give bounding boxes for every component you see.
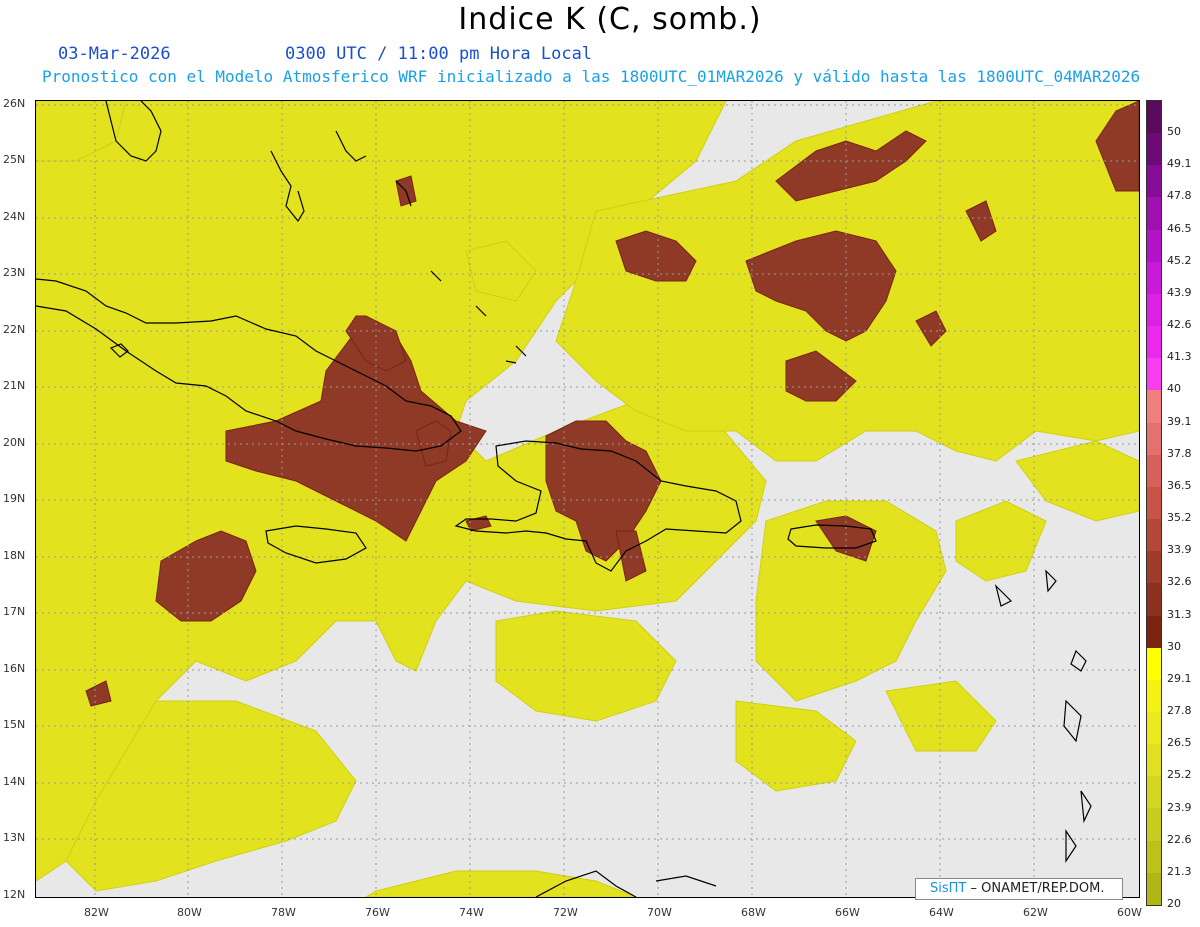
- colorbar-segment: [1147, 711, 1161, 745]
- lesser-antilles: [1070, 649, 1087, 672]
- lat-label: 15N: [3, 718, 26, 731]
- colorbar-segment: [1147, 551, 1161, 584]
- lat-label: 14N: [3, 775, 26, 788]
- lon-label: 62W: [1023, 906, 1048, 919]
- colorbar: [1146, 100, 1162, 906]
- colorbar-segment: [1147, 229, 1161, 262]
- lat-label: 19N: [3, 492, 26, 505]
- colorbar-label: 25.2: [1167, 768, 1192, 782]
- colorbar-label: 47.8: [1167, 189, 1192, 203]
- colorbar-segment: [1147, 583, 1161, 616]
- colorbar-segment: [1147, 647, 1161, 680]
- colorbar-label: 42.6: [1167, 318, 1192, 332]
- colorbar-label: 43.9: [1167, 285, 1192, 299]
- colorbar-label: 45.2: [1167, 253, 1192, 267]
- map-title: Indice K (C, somb.): [458, 2, 762, 37]
- colorbar-segment: [1147, 390, 1161, 423]
- colorbar-segment: [1147, 133, 1161, 166]
- credit-org: – ONAMET/REP.DOM.: [970, 881, 1105, 896]
- lat-label: 12N: [3, 888, 26, 901]
- colorbar-segment: [1147, 358, 1161, 391]
- lat-label: 26N: [3, 97, 26, 110]
- colorbar-label: 41.3: [1167, 350, 1192, 364]
- lat-label: 21N: [3, 379, 26, 392]
- lon-label: 72W: [553, 906, 578, 919]
- lon-label: 74W: [459, 906, 484, 919]
- lat-label: 24N: [3, 210, 26, 223]
- colorbar-label: 31.3: [1167, 607, 1192, 621]
- colorbar-segment: [1147, 486, 1161, 520]
- k-index-field: [36, 101, 1139, 897]
- colorbar-segment: [1147, 840, 1161, 873]
- colorbar-segment: [1147, 808, 1161, 841]
- lon-label: 82W: [84, 906, 109, 919]
- colorbar-label: 20: [1167, 897, 1181, 910]
- colorbar-label: 39.1: [1167, 414, 1192, 428]
- credit-box: SisПТ – ONAMET/REP.DOM.: [915, 878, 1123, 900]
- lat-label: 18N: [3, 549, 26, 562]
- colorbar-segment: [1147, 165, 1161, 198]
- colorbar-segment: [1147, 519, 1161, 552]
- colorbar-label: 33.9: [1167, 543, 1192, 557]
- lon-label: 68W: [741, 906, 766, 919]
- colorbar-label: 49.1: [1167, 157, 1192, 171]
- colorbar-label: 21.3: [1167, 864, 1192, 878]
- lat-label: 13N: [3, 831, 26, 844]
- lon-label: 60W: [1117, 906, 1142, 919]
- brand-logo: SisПТ: [930, 881, 967, 896]
- lat-label: 22N: [3, 323, 26, 336]
- lon-label: 78W: [271, 906, 296, 919]
- forecast-time: 0300 UTC / 11:00 pm Hora Local: [285, 44, 593, 64]
- colorbar-segment: [1147, 872, 1161, 905]
- lon-label: 80W: [177, 906, 202, 919]
- colorbar-segment: [1147, 197, 1161, 230]
- lon-label: 66W: [835, 906, 860, 919]
- colorbar-segment: [1147, 101, 1161, 134]
- lat-label: 17N: [3, 605, 26, 618]
- colorbar-segment: [1147, 454, 1161, 487]
- colorbar-label: 40: [1167, 382, 1181, 396]
- lat-label: 25N: [3, 153, 26, 166]
- colorbar-label: 36.5: [1167, 478, 1192, 492]
- colorbar-label: 46.5: [1167, 221, 1192, 235]
- lon-label: 70W: [647, 906, 672, 919]
- colorbar-segment: [1147, 679, 1161, 712]
- colorbar-segment: [1147, 261, 1161, 294]
- colorbar-segment: [1147, 326, 1161, 359]
- lat-label: 23N: [3, 266, 26, 279]
- colorbar-segment: [1147, 744, 1161, 777]
- lat-label: 16N: [3, 662, 26, 675]
- colorbar-segment: [1147, 615, 1161, 648]
- colorbar-label: 22.6: [1167, 832, 1192, 846]
- colorbar-segment: [1147, 776, 1161, 809]
- colorbar-segment: [1147, 422, 1161, 455]
- colorbar-label: 37.8: [1167, 446, 1192, 460]
- forecast-description: Pronostico con el Modelo Atmosferico WRF…: [42, 67, 1141, 86]
- forecast-date: 03-Mar-2026: [58, 44, 171, 64]
- colorbar-label: 50: [1167, 125, 1181, 139]
- lon-label: 64W: [929, 906, 954, 919]
- colorbar-label: 32.6: [1167, 575, 1192, 589]
- colorbar-label: 23.9: [1167, 800, 1192, 814]
- colorbar-segment: [1147, 293, 1161, 327]
- map-panel: [35, 100, 1140, 898]
- lon-label: 76W: [365, 906, 390, 919]
- colorbar-label: 27.8: [1167, 704, 1192, 718]
- colorbar-label: 26.5: [1167, 736, 1192, 750]
- lat-label: 20N: [3, 436, 26, 449]
- colorbar-label: 29.1: [1167, 671, 1192, 685]
- colorbar-label: 30: [1167, 639, 1181, 653]
- colorbar-label: 35.2: [1167, 511, 1192, 525]
